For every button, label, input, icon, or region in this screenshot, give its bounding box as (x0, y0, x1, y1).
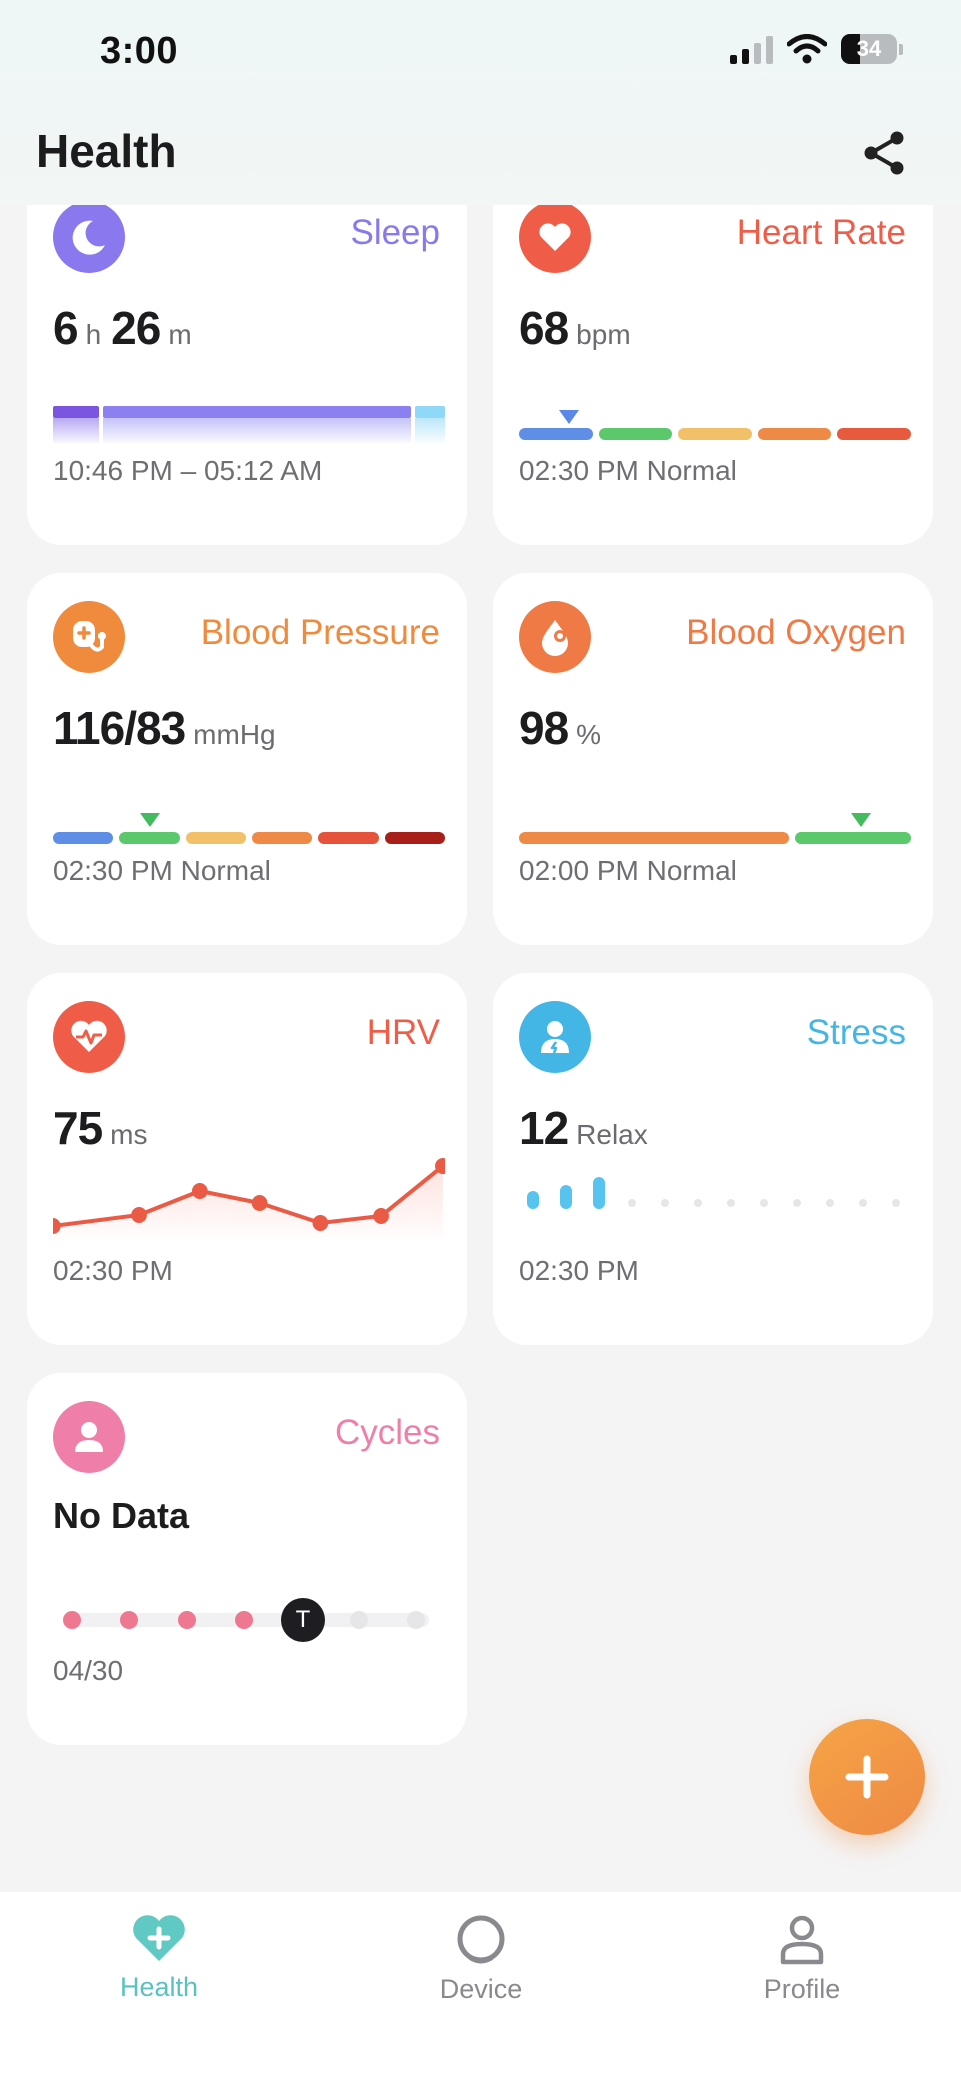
wifi-icon (787, 34, 827, 64)
svg-text:z: z (94, 225, 100, 237)
sleep-minutes-unit: m (168, 319, 192, 350)
blood-oxygen-scale (519, 773, 911, 844)
cycles-title: Cycles (334, 1413, 440, 1452)
blood-pressure-card[interactable]: Blood Pressure 116/83 mmHg 02:30 PM Norm… (27, 573, 467, 945)
blood-oxygen-level-marker (851, 813, 871, 827)
blood-oxygen-card[interactable]: Blood Oxygen 98 % 02:00 PM Normal (493, 573, 933, 945)
person-icon (780, 1915, 824, 1965)
stress-time: 02:30 PM (519, 1255, 639, 1286)
stress-value: 12 Relax (519, 1101, 658, 1155)
heart-rate-number: 68 (519, 302, 569, 354)
tab-device-label: Device (439, 1974, 523, 2004)
tab-health-label: Health (119, 1972, 199, 2002)
stress-bars (527, 1177, 900, 1209)
hrv-point (191, 1183, 208, 1199)
stress-icon (519, 1001, 591, 1073)
cycles-date: 04/30 (53, 1655, 124, 1686)
sleep-hours-unit: h (85, 319, 102, 350)
blood-pressure-level-marker (140, 813, 160, 827)
hrv-value: 75 ms (53, 1101, 158, 1155)
hrv-point (131, 1207, 147, 1223)
tab-health[interactable]: Health (59, 1912, 259, 2003)
hrv-point (251, 1195, 268, 1211)
blood-pressure-status: 02:30 PM Normal (53, 855, 271, 886)
today-label: T (295, 1606, 311, 1633)
page-header: Health (0, 110, 961, 205)
cycles-today-marker: T (281, 1598, 325, 1642)
blood-oxygen-title: Blood Oxygen (686, 613, 906, 652)
blood-pressure-scale (53, 773, 445, 844)
share-icon[interactable] (859, 128, 909, 178)
heart-rate-card[interactable]: Heart Rate 68 bpm 02:30 PM Normal (493, 173, 933, 545)
hrv-unit: ms (110, 1119, 148, 1150)
heart-icon (519, 201, 591, 273)
hrv-card[interactable]: HRV 75 ms 02:30 PM (27, 973, 467, 1345)
battery-cap (899, 43, 903, 55)
page-title: Health (36, 125, 177, 177)
sleep-value: 6 h 26 m (53, 301, 202, 355)
heart-rate-title: Heart Rate (736, 213, 906, 252)
status-bar: 3:00 34 (0, 0, 961, 110)
tab-profile-label: Profile (763, 1974, 841, 2004)
blood-drop-icon (519, 601, 591, 673)
cycles-value: No Data (53, 1495, 190, 1536)
blood-pressure-number: 116/83 (53, 702, 186, 754)
hrv-point (373, 1208, 389, 1224)
hrv-point (312, 1215, 329, 1231)
sleep-time-range: 10:46 PM – 05:12 AM (53, 455, 323, 486)
blood-oxygen-unit: % (576, 719, 602, 750)
battery-icon: 34 (841, 34, 897, 64)
status-time: 3:00 (100, 30, 179, 72)
hrv-title: HRV (366, 1013, 440, 1052)
blood-oxygen-value: 98 % (519, 701, 611, 755)
tab-profile[interactable]: Profile (702, 1912, 902, 2005)
sleep-stage-awake (415, 406, 445, 418)
cycles-card[interactable]: Cycles No Data T 04/30 (27, 1373, 467, 1745)
blood-pressure-unit: mmHg (193, 719, 276, 750)
sleep-stage-deep (53, 406, 99, 418)
heart-rate-scale (519, 373, 911, 443)
heart-rate-unit: bpm (576, 319, 631, 350)
hrv-number: 75 (53, 1102, 103, 1154)
blood-oxygen-status: 02:00 PM Normal (519, 855, 737, 886)
stress-level: Relax (576, 1119, 648, 1150)
sleep-card[interactable]: z Sleep 6 h 26 m 10:46 PM – 05:12 AM (27, 173, 467, 545)
ring-device-icon (457, 1915, 505, 1964)
sleep-minutes: 26 (111, 302, 161, 354)
hrv-time: 02:30 PM (53, 1255, 173, 1286)
cellular-signal-icon (730, 34, 773, 64)
plus-icon (845, 1755, 889, 1799)
blood-pressure-value: 116/83 mmHg (53, 701, 286, 755)
stress-title: Stress (806, 1013, 906, 1052)
blood-pressure-title: Blood Pressure (200, 613, 440, 652)
stress-card[interactable]: Stress 12 Relax 02:30 PM (493, 973, 933, 1345)
heart-rate-value: 68 bpm (519, 301, 641, 355)
blood-oxygen-number: 98 (519, 702, 569, 754)
tab-device[interactable]: Device (381, 1912, 581, 2005)
stress-number: 12 (519, 1102, 569, 1154)
battery-level: 34 (856, 36, 882, 61)
status-icons: 34 (730, 34, 903, 64)
stethoscope-icon (53, 601, 125, 673)
sleep-stage-light (103, 406, 411, 418)
heart-rate-status: 02:30 PM Normal (519, 455, 737, 486)
heart-rate-level-marker (559, 410, 579, 424)
hrv-trend-chart (53, 1158, 445, 1243)
sleep-title: Sleep (350, 213, 440, 252)
cycles-person-icon (53, 1401, 125, 1473)
cycles-timeline: T (53, 1591, 445, 1651)
sleep-hours: 6 (53, 302, 79, 354)
heartbeat-icon (53, 1001, 125, 1073)
sleep-icon: z (53, 201, 125, 273)
add-button[interactable] (809, 1719, 925, 1835)
tab-bar: Health Device Profile (0, 1892, 961, 2080)
sleep-stages-chart (53, 406, 445, 443)
heart-plus-icon (133, 1915, 185, 1961)
